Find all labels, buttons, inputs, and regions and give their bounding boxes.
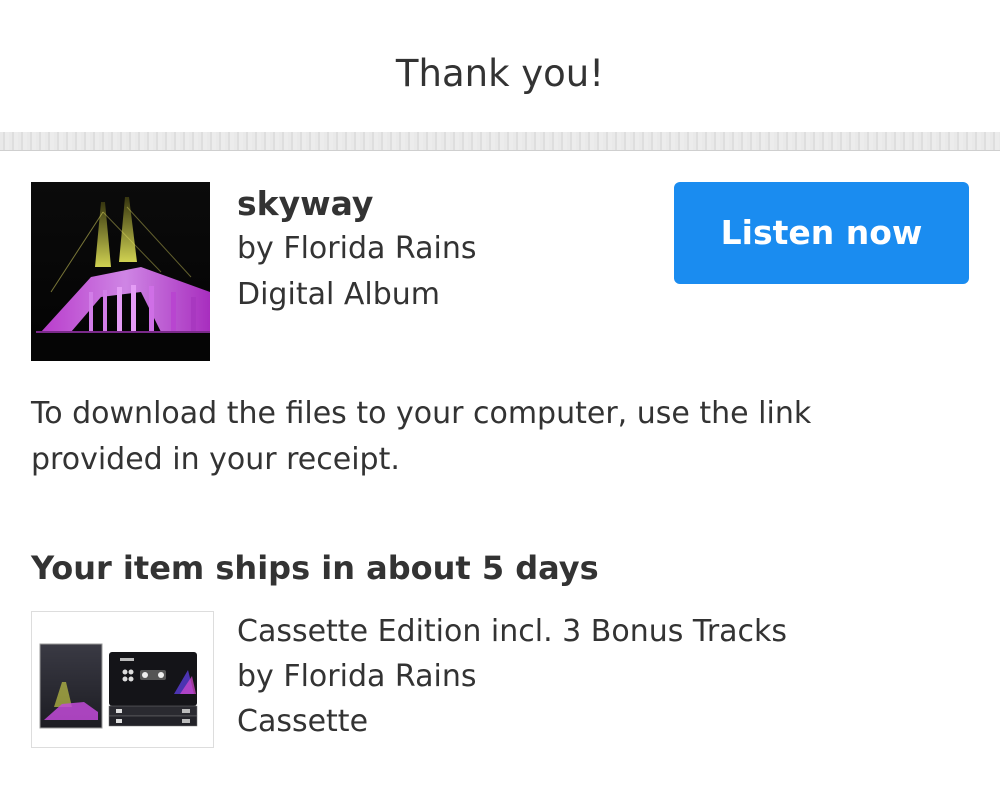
- page-title: Thank you!: [395, 52, 605, 95]
- shipping-heading: Your item ships in about 5 days: [31, 549, 599, 587]
- cassette-product-icon: [39, 643, 198, 729]
- album-format: Digital Album: [237, 277, 440, 312]
- cassette-info: Cassette Edition incl. 3 Bonus Tracks by…: [237, 609, 937, 744]
- listen-now-button[interactable]: Listen now: [674, 182, 969, 284]
- header: Thank you!: [0, 0, 1000, 132]
- album-title[interactable]: skyway: [237, 182, 657, 226]
- album-info: skyway by Florida Rains Digital Album: [237, 182, 657, 318]
- album-art-bridge-icon: [31, 182, 210, 361]
- album-artist[interactable]: by Florida Rains: [237, 226, 657, 272]
- cassette-thumbnail[interactable]: [31, 611, 214, 748]
- cassette-format: Cassette: [237, 704, 369, 739]
- cassette-title[interactable]: Cassette Edition incl. 3 Bonus Tracks: [237, 609, 937, 654]
- cassette-artist[interactable]: by Florida Rains: [237, 654, 937, 699]
- thank-you-page: Thank you! skyway by Florida Rains Digit…: [0, 0, 1000, 796]
- header-divider: [0, 132, 1000, 151]
- download-note: To download the files to your computer, …: [31, 396, 812, 477]
- album-art[interactable]: [31, 182, 210, 361]
